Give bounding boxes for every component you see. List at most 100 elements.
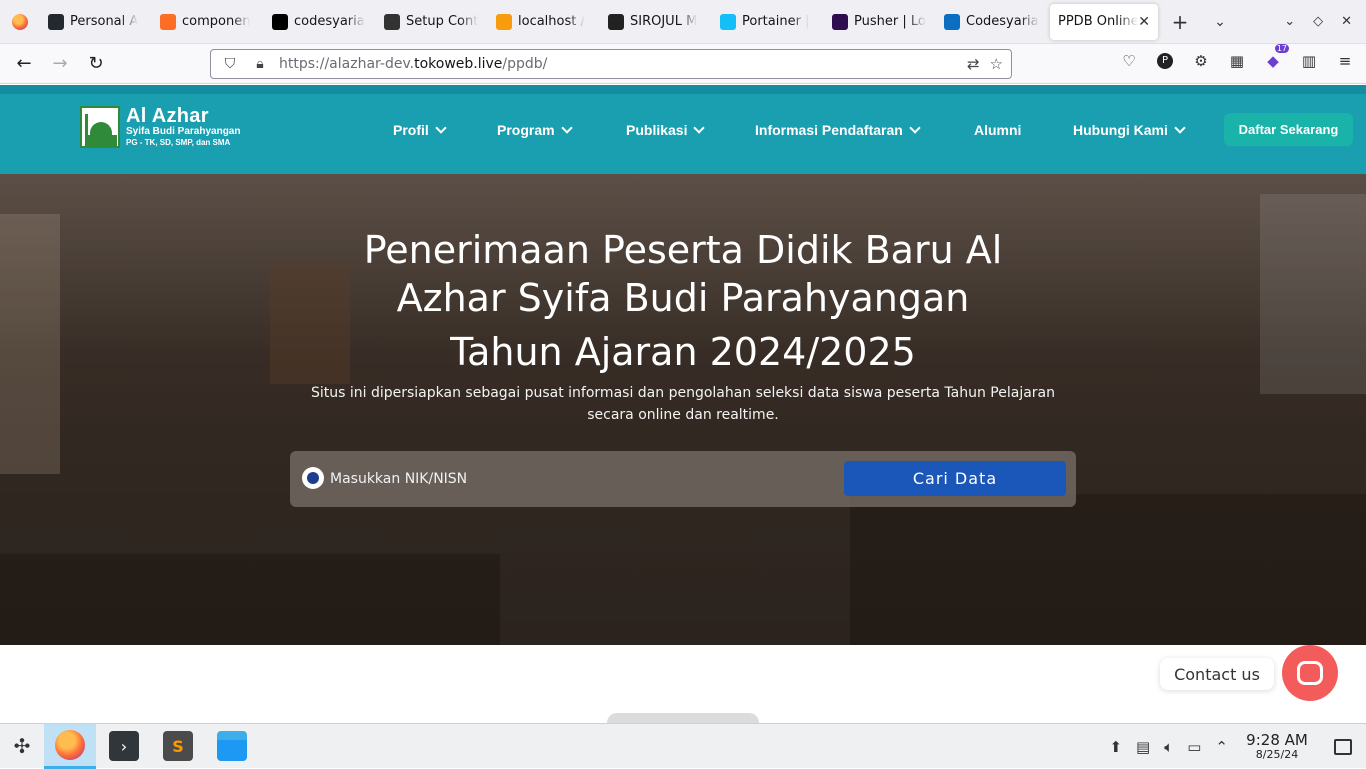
taskbar-file-manager[interactable] bbox=[206, 724, 258, 769]
tab-0[interactable]: Personal A bbox=[40, 0, 152, 44]
hero-title: Penerimaan Peserta Didik Baru Al Azhar S… bbox=[363, 228, 1003, 374]
close-window-icon[interactable]: ✕ bbox=[1341, 14, 1352, 29]
contact-chat-button[interactable] bbox=[1282, 645, 1338, 701]
tab-label: localhost / bbox=[518, 14, 585, 29]
chevron-down-icon bbox=[560, 122, 573, 134]
vscode-icon bbox=[944, 13, 960, 30]
chevron-down-icon bbox=[909, 122, 921, 134]
nav-profil[interactable]: Profil bbox=[393, 122, 447, 138]
reload-button[interactable]: ↻ bbox=[78, 48, 114, 80]
web-page: Al Azhar Syifa Budi Parahyangan PG - TK,… bbox=[0, 85, 1366, 723]
clipboard-icon[interactable]: ▤ bbox=[1136, 738, 1150, 756]
nav-informasi-pendaftaran[interactable]: Informasi Pendaftaran bbox=[755, 122, 921, 138]
list-all-tabs-button[interactable]: ⌄ bbox=[1200, 0, 1240, 44]
forward-button[interactable]: → bbox=[42, 48, 78, 80]
network-icon[interactable]: ▭ bbox=[1187, 738, 1201, 756]
system-tray: ⬆ ▤ 🔈︎ ▭ ⌃ 9:28 AM 8/25/24 bbox=[1109, 724, 1366, 769]
chevron-down-icon bbox=[435, 122, 447, 134]
tab-label: Codesyaria bbox=[966, 14, 1039, 29]
tab-label: componen bbox=[182, 14, 251, 29]
taskbar: ✣ › S ⬆ ▤ 🔈︎ ▭ ⌃ 9:28 AM 8/25/24 bbox=[0, 723, 1366, 769]
firefox-icon bbox=[12, 13, 28, 30]
new-tab-button[interactable]: + bbox=[1160, 0, 1200, 44]
tab-3[interactable]: Setup Cont bbox=[376, 0, 488, 44]
daftar-sekarang-button[interactable]: Daftar Sekarang bbox=[1224, 113, 1353, 146]
update-icon[interactable]: ⬆ bbox=[1109, 738, 1122, 756]
show-desktop-icon[interactable] bbox=[1334, 738, 1352, 755]
hero-section: Penerimaan Peserta Didik Baru Al Azhar S… bbox=[0, 174, 1366, 645]
nav-hubungi-kami[interactable]: Hubungi Kami bbox=[1073, 122, 1186, 138]
tab-4[interactable]: localhost / bbox=[488, 0, 600, 44]
toolbar-right: ♡ P ⚙ ▦ ◆ 17 ▥ ≡ bbox=[1118, 44, 1356, 72]
tab-5[interactable]: SIROJUL M bbox=[600, 0, 712, 44]
hero-description: Situs ini dipersiapkan sebagai pusat inf… bbox=[310, 385, 1056, 423]
pocket-icon[interactable]: ♡ bbox=[1118, 50, 1140, 72]
browser-navigation-bar: ← → ↻ ⛉ 🔒︎ https://alazhar-dev.tokoweb.l… bbox=[0, 44, 1366, 84]
translate-icon[interactable]: ⇄ bbox=[967, 55, 980, 73]
portainer-icon bbox=[720, 13, 736, 30]
firefox-menu-button[interactable] bbox=[0, 0, 40, 44]
extension-badge-icon[interactable]: ◆ 17 bbox=[1262, 44, 1289, 72]
gitlab-icon bbox=[160, 13, 176, 30]
close-tab-icon[interactable]: ✕ bbox=[1138, 14, 1150, 30]
extension-badge-count: 17 bbox=[1274, 44, 1289, 53]
openai-icon bbox=[384, 13, 400, 30]
url-text: https://alazhar-dev.tokoweb.live/ppdb/ bbox=[279, 56, 548, 72]
browser-tab-bar: Personal A componen codesyaria Setup Cont lo… bbox=[0, 0, 1366, 44]
pusher-icon bbox=[832, 13, 848, 30]
tab-8[interactable]: Codesyaria bbox=[936, 0, 1048, 44]
tab-active[interactable]: PPDB Online ✕ bbox=[1050, 3, 1158, 40]
shield-icon[interactable]: ⛉ bbox=[219, 56, 241, 72]
shelf-shape bbox=[0, 214, 60, 474]
app-menu-icon[interactable]: ≡ bbox=[1334, 50, 1356, 72]
taskbar-sublime-text[interactable]: S bbox=[152, 724, 204, 769]
sublime-text-icon: S bbox=[163, 731, 193, 761]
extensions-icon[interactable]: ⚙ bbox=[1190, 50, 1212, 72]
vercel-icon bbox=[272, 13, 288, 30]
cari-data-button[interactable]: Cari Data bbox=[844, 461, 1066, 496]
tray-expand-icon[interactable]: ⌃ bbox=[1215, 738, 1228, 756]
clock-date: 8/25/24 bbox=[1255, 748, 1299, 761]
table-shape bbox=[850, 494, 1366, 645]
maximize-icon[interactable]: ◇ bbox=[1313, 14, 1323, 29]
tab-1[interactable]: componen bbox=[152, 0, 264, 44]
site-header: Al Azhar Syifa Budi Parahyangan PG - TK,… bbox=[0, 85, 1366, 174]
minimize-icon[interactable]: ⌄ bbox=[1284, 14, 1295, 29]
lock-icon[interactable]: 🔒︎ bbox=[249, 56, 271, 72]
scroll-hint bbox=[607, 713, 759, 723]
nik-nisn-input[interactable] bbox=[330, 461, 830, 497]
tab-2[interactable]: codesyaria bbox=[264, 0, 376, 44]
window-shape bbox=[1260, 194, 1366, 394]
terminal-icon: › bbox=[109, 731, 139, 761]
taskbar-terminal[interactable]: › bbox=[98, 724, 150, 769]
nav-program[interactable]: Program bbox=[497, 122, 573, 138]
clock-time: 9:28 AM bbox=[1246, 731, 1308, 749]
tab-label: PPDB Online bbox=[1058, 14, 1139, 29]
nav-publikasi[interactable]: Publikasi bbox=[626, 122, 706, 138]
back-button[interactable]: ← bbox=[6, 48, 42, 80]
window-controls: ⌄ ◇ ✕ bbox=[1284, 14, 1366, 29]
tab-label: Portainer | bbox=[742, 14, 810, 29]
bookmark-star-icon[interactable]: ☆ bbox=[990, 55, 1003, 73]
github-icon bbox=[48, 13, 64, 30]
sidebar-icon[interactable]: ▥ bbox=[1298, 50, 1320, 72]
profile-icon[interactable]: P bbox=[1154, 50, 1176, 72]
tab-6[interactable]: Portainer | bbox=[712, 0, 824, 44]
tab-label: Personal A bbox=[70, 14, 139, 29]
main-menu: Profil Program Publikasi Informasi Penda… bbox=[0, 94, 1366, 174]
chevron-down-icon bbox=[1174, 122, 1186, 134]
grid-extension-icon[interactable]: ▦ bbox=[1226, 50, 1248, 72]
tab-label: SIROJUL M bbox=[630, 14, 698, 29]
tab-7[interactable]: Pusher | Lo bbox=[824, 0, 936, 44]
taskbar-firefox[interactable] bbox=[44, 723, 96, 769]
nav-alumni[interactable]: Alumni bbox=[974, 122, 1021, 138]
clock[interactable]: 9:28 AM 8/25/24 bbox=[1242, 732, 1312, 761]
app-launcher-icon[interactable]: ✣ bbox=[0, 724, 44, 769]
student-avatar-icon bbox=[302, 467, 324, 489]
volume-icon[interactable]: 🔈︎ bbox=[1164, 738, 1173, 756]
contact-us-label[interactable]: Contact us bbox=[1160, 658, 1274, 690]
url-bar[interactable]: ⛉ 🔒︎ https://alazhar-dev.tokoweb.live/pp… bbox=[210, 49, 1012, 79]
chairs-shape bbox=[0, 554, 500, 645]
chevron-down-icon bbox=[693, 122, 706, 134]
tab-label: codesyaria bbox=[294, 14, 365, 29]
